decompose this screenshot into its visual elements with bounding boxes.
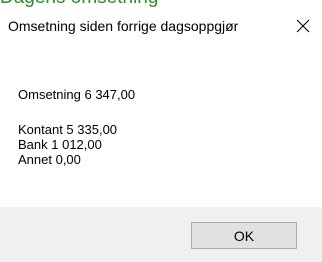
- other-amount-text: Annet 0,00: [18, 152, 81, 167]
- dialog-title: Omsetning siden forrige dagsoppgjør: [8, 18, 239, 34]
- cash-amount-text: Kontant 5 335,00: [18, 122, 118, 137]
- dialog-message-area: Omsetning 6 347,00 Kontant 5 335,00 Bank…: [0, 40, 322, 198]
- revenue-total-text: Omsetning 6 347,00: [18, 87, 136, 102]
- close-button[interactable]: [290, 14, 316, 38]
- dialog-button-bar: OK: [0, 207, 322, 262]
- dialog-title-bar: Omsetning siden forrige dagsoppgjør: [0, 8, 322, 40]
- ok-button[interactable]: OK: [191, 222, 297, 249]
- bank-amount-text: Bank 1 012,00: [18, 137, 102, 152]
- close-icon: [296, 19, 310, 33]
